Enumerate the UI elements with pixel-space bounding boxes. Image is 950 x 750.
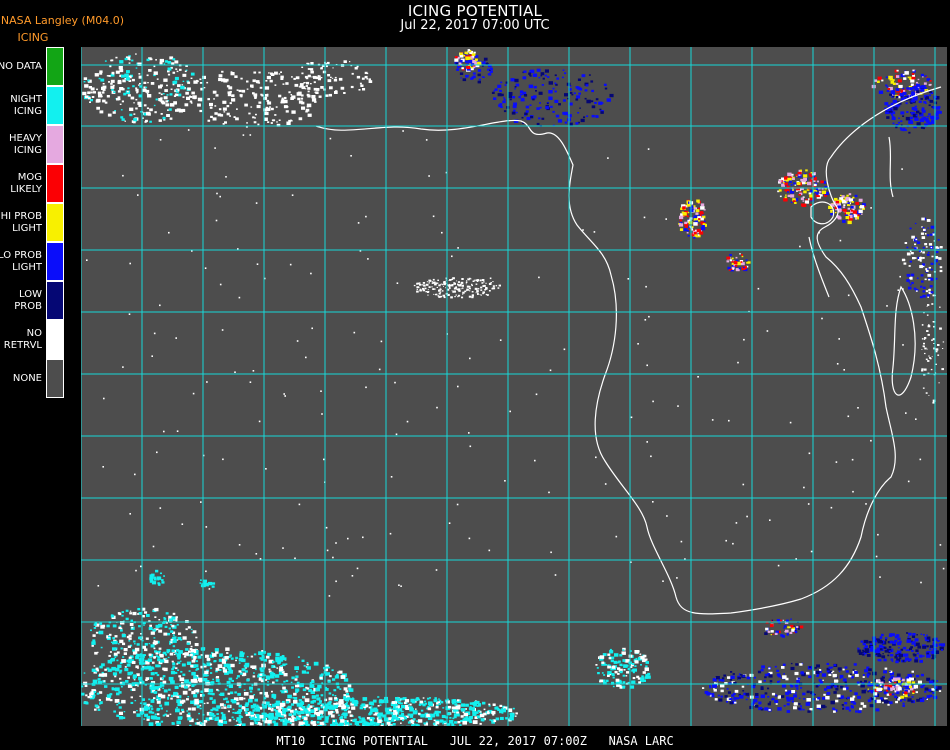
legend-swatch [46,203,64,242]
lake-victoria [810,201,835,225]
legend-label: LOW PROB [14,289,42,312]
footer-caption: MT10 ICING POTENTIAL JUL 22, 2017 07:00Z… [276,734,674,748]
icing-map [81,47,947,726]
legend-swatch [46,47,64,86]
legend-item-mog-likely: MOG LIKELY [0,164,66,203]
legend-title: ICING [17,31,49,44]
legend-label: NO DATA [0,61,42,72]
legend-label: NO RETRVL [3,328,42,351]
legend-item-lo-prob-light: LO PROB LIGHT [0,242,66,281]
map-datetime: Jul 22, 2017 07:00 UTC [400,18,550,33]
legend-label: NIGHT ICING [10,94,42,117]
icing-fields [81,49,946,726]
legend-swatch [46,359,64,398]
legend-item-no-retrieval: NO RETRVL [0,320,66,359]
coastlines [315,86,942,615]
legend-label: MOG LIKELY [10,172,42,195]
map-canvas [81,47,947,726]
legend-swatch [46,242,64,281]
legend-swatch [46,281,64,320]
legend-item-hi-prob-light: HI PROB LIGHT [0,203,66,242]
legend-swatch [46,320,64,359]
legend-label: HI PROB LIGHT [0,211,42,234]
legend-label: LO PROB LIGHT [0,250,42,273]
legend-item-night-icing: NIGHT ICING [0,86,66,125]
africa-west-coast [315,86,942,615]
legend-item-low-prob: LOW PROB [0,281,66,320]
legend-swatch [46,125,64,164]
legend-swatch [46,86,64,125]
organization-label: NASA Langley (M04.0) [0,14,125,27]
legend-swatch [46,164,64,203]
legend-label: NONE [12,373,42,384]
legend-item-no-data: NO DATA [0,47,66,86]
lat-lon-grid [81,47,947,726]
legend-item-heavy-icing: HEAVY ICING [0,125,66,164]
madagascar [891,285,916,396]
legend-item-none: NONE [0,359,66,398]
legend-label: HEAVY ICING [9,133,42,156]
